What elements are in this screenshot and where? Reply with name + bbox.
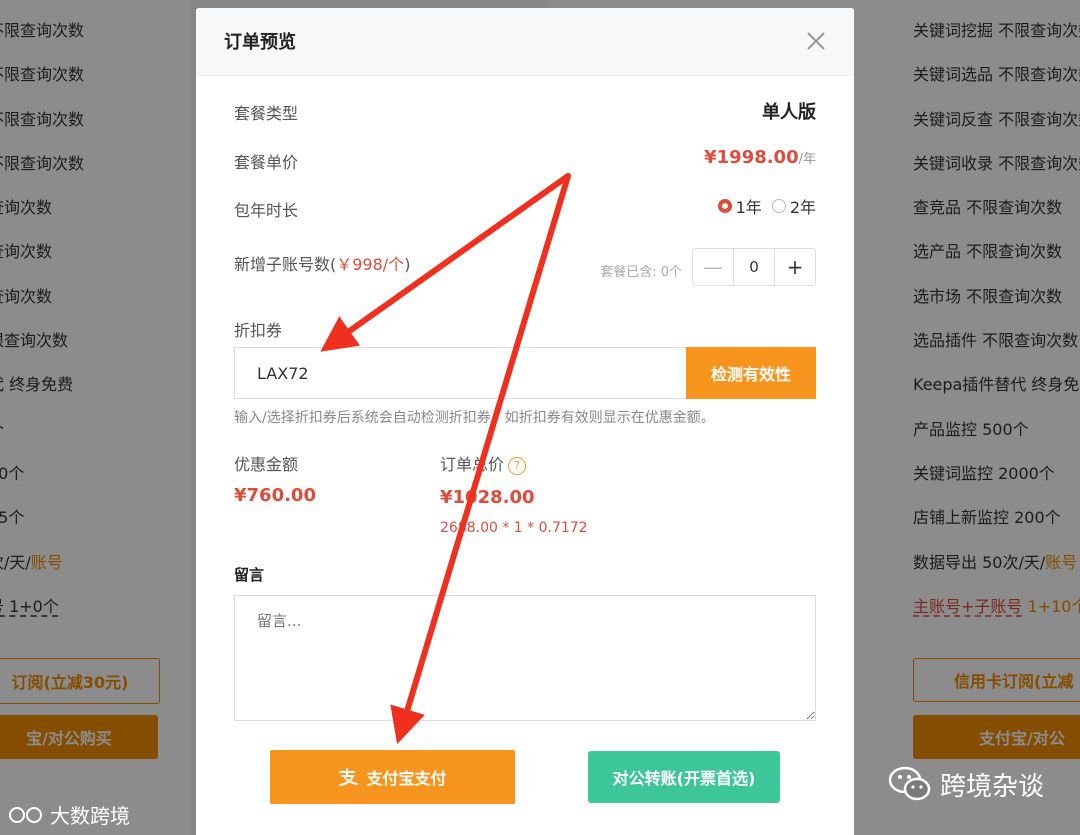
- duration-option-label: 1年: [735, 198, 762, 217]
- watermark-left: 大数跨境: [8, 800, 130, 829]
- plan-type-value: 单人版: [762, 102, 816, 123]
- brand-logo-icon: [9, 806, 42, 823]
- alipay-pay-button[interactable]: 支付宝支付: [270, 750, 515, 804]
- message-textarea[interactable]: [234, 595, 816, 721]
- sub-accounts-stepper: — 0 +: [692, 248, 816, 286]
- total-formula: 2688.00 * 1 * 0.7172: [440, 520, 588, 536]
- coupon-label: 折扣券: [234, 321, 283, 340]
- total-label-wrap: 订单总价?: [440, 451, 527, 475]
- check-validity-button[interactable]: 检测有效性: [686, 347, 816, 399]
- help-icon[interactable]: ?: [508, 456, 527, 475]
- unit-price-label: 套餐单价: [234, 153, 299, 172]
- modal-title: 订单预览: [224, 32, 296, 53]
- sub-accounts-value[interactable]: 0: [734, 249, 774, 285]
- unit-price-unit: /年: [798, 152, 816, 167]
- included-accounts: 套餐已含: 0个: [600, 265, 682, 280]
- radio-checked-icon[interactable]: [717, 199, 732, 213]
- sub-accounts-label: 新增子账号数(: [234, 255, 337, 274]
- unit-price-value: ¥1998.00: [704, 147, 799, 168]
- decrement-button[interactable]: —: [693, 249, 734, 285]
- coupon-box: 检测有效性: [234, 347, 816, 399]
- radio-unchecked-icon[interactable]: [771, 199, 786, 213]
- order-preview-modal: 订单预览 套餐类型 单人版 套餐单价 ¥1998.00/年 包年时长 1年 2年…: [196, 8, 854, 835]
- duration-option-label: 2年: [789, 198, 816, 217]
- coupon-hint: 输入/选择折扣券后系统会自动检测折扣券，如折扣券有效则显示在优惠金额。: [234, 410, 715, 426]
- sub-accounts-label-close: ): [404, 255, 411, 274]
- alipay-pay-label: 支付宝支付: [366, 769, 447, 788]
- increment-button[interactable]: +: [774, 249, 815, 285]
- watermark-right-text: 跨境杂谈: [940, 771, 1045, 802]
- plan-type-label: 套餐类型: [234, 104, 299, 123]
- total-value: ¥1028.00: [440, 487, 535, 508]
- duration-label: 包年时长: [234, 201, 299, 220]
- watermark-right: 跨境杂谈: [888, 765, 1044, 803]
- message-label: 留言: [234, 566, 265, 584]
- discount-label: 优惠金额: [234, 455, 299, 474]
- coupon-input[interactable]: [234, 347, 686, 399]
- sub-accounts-price: ￥998/个: [336, 255, 405, 274]
- duration-radio-group: 1年 2年: [717, 194, 816, 218]
- unit-price-value-wrap: ¥1998.00/年: [704, 147, 816, 168]
- wechat-icon: [888, 766, 931, 801]
- watermark-left-text: 大数跨境: [50, 804, 130, 828]
- total-label: 订单总价: [440, 455, 505, 474]
- modal-header: 订单预览: [196, 8, 854, 76]
- discount-value: ¥760.00: [234, 485, 316, 506]
- alipay-icon: [339, 768, 359, 786]
- sub-accounts-label-wrap: 新增子账号数(￥998/个): [234, 251, 410, 275]
- close-icon[interactable]: [806, 31, 826, 51]
- duration-option-1yr[interactable]: 1年: [717, 194, 762, 218]
- duration-option-2yr[interactable]: 2年: [771, 194, 816, 218]
- bank-transfer-button[interactable]: 对公转账(开票首选): [588, 751, 780, 803]
